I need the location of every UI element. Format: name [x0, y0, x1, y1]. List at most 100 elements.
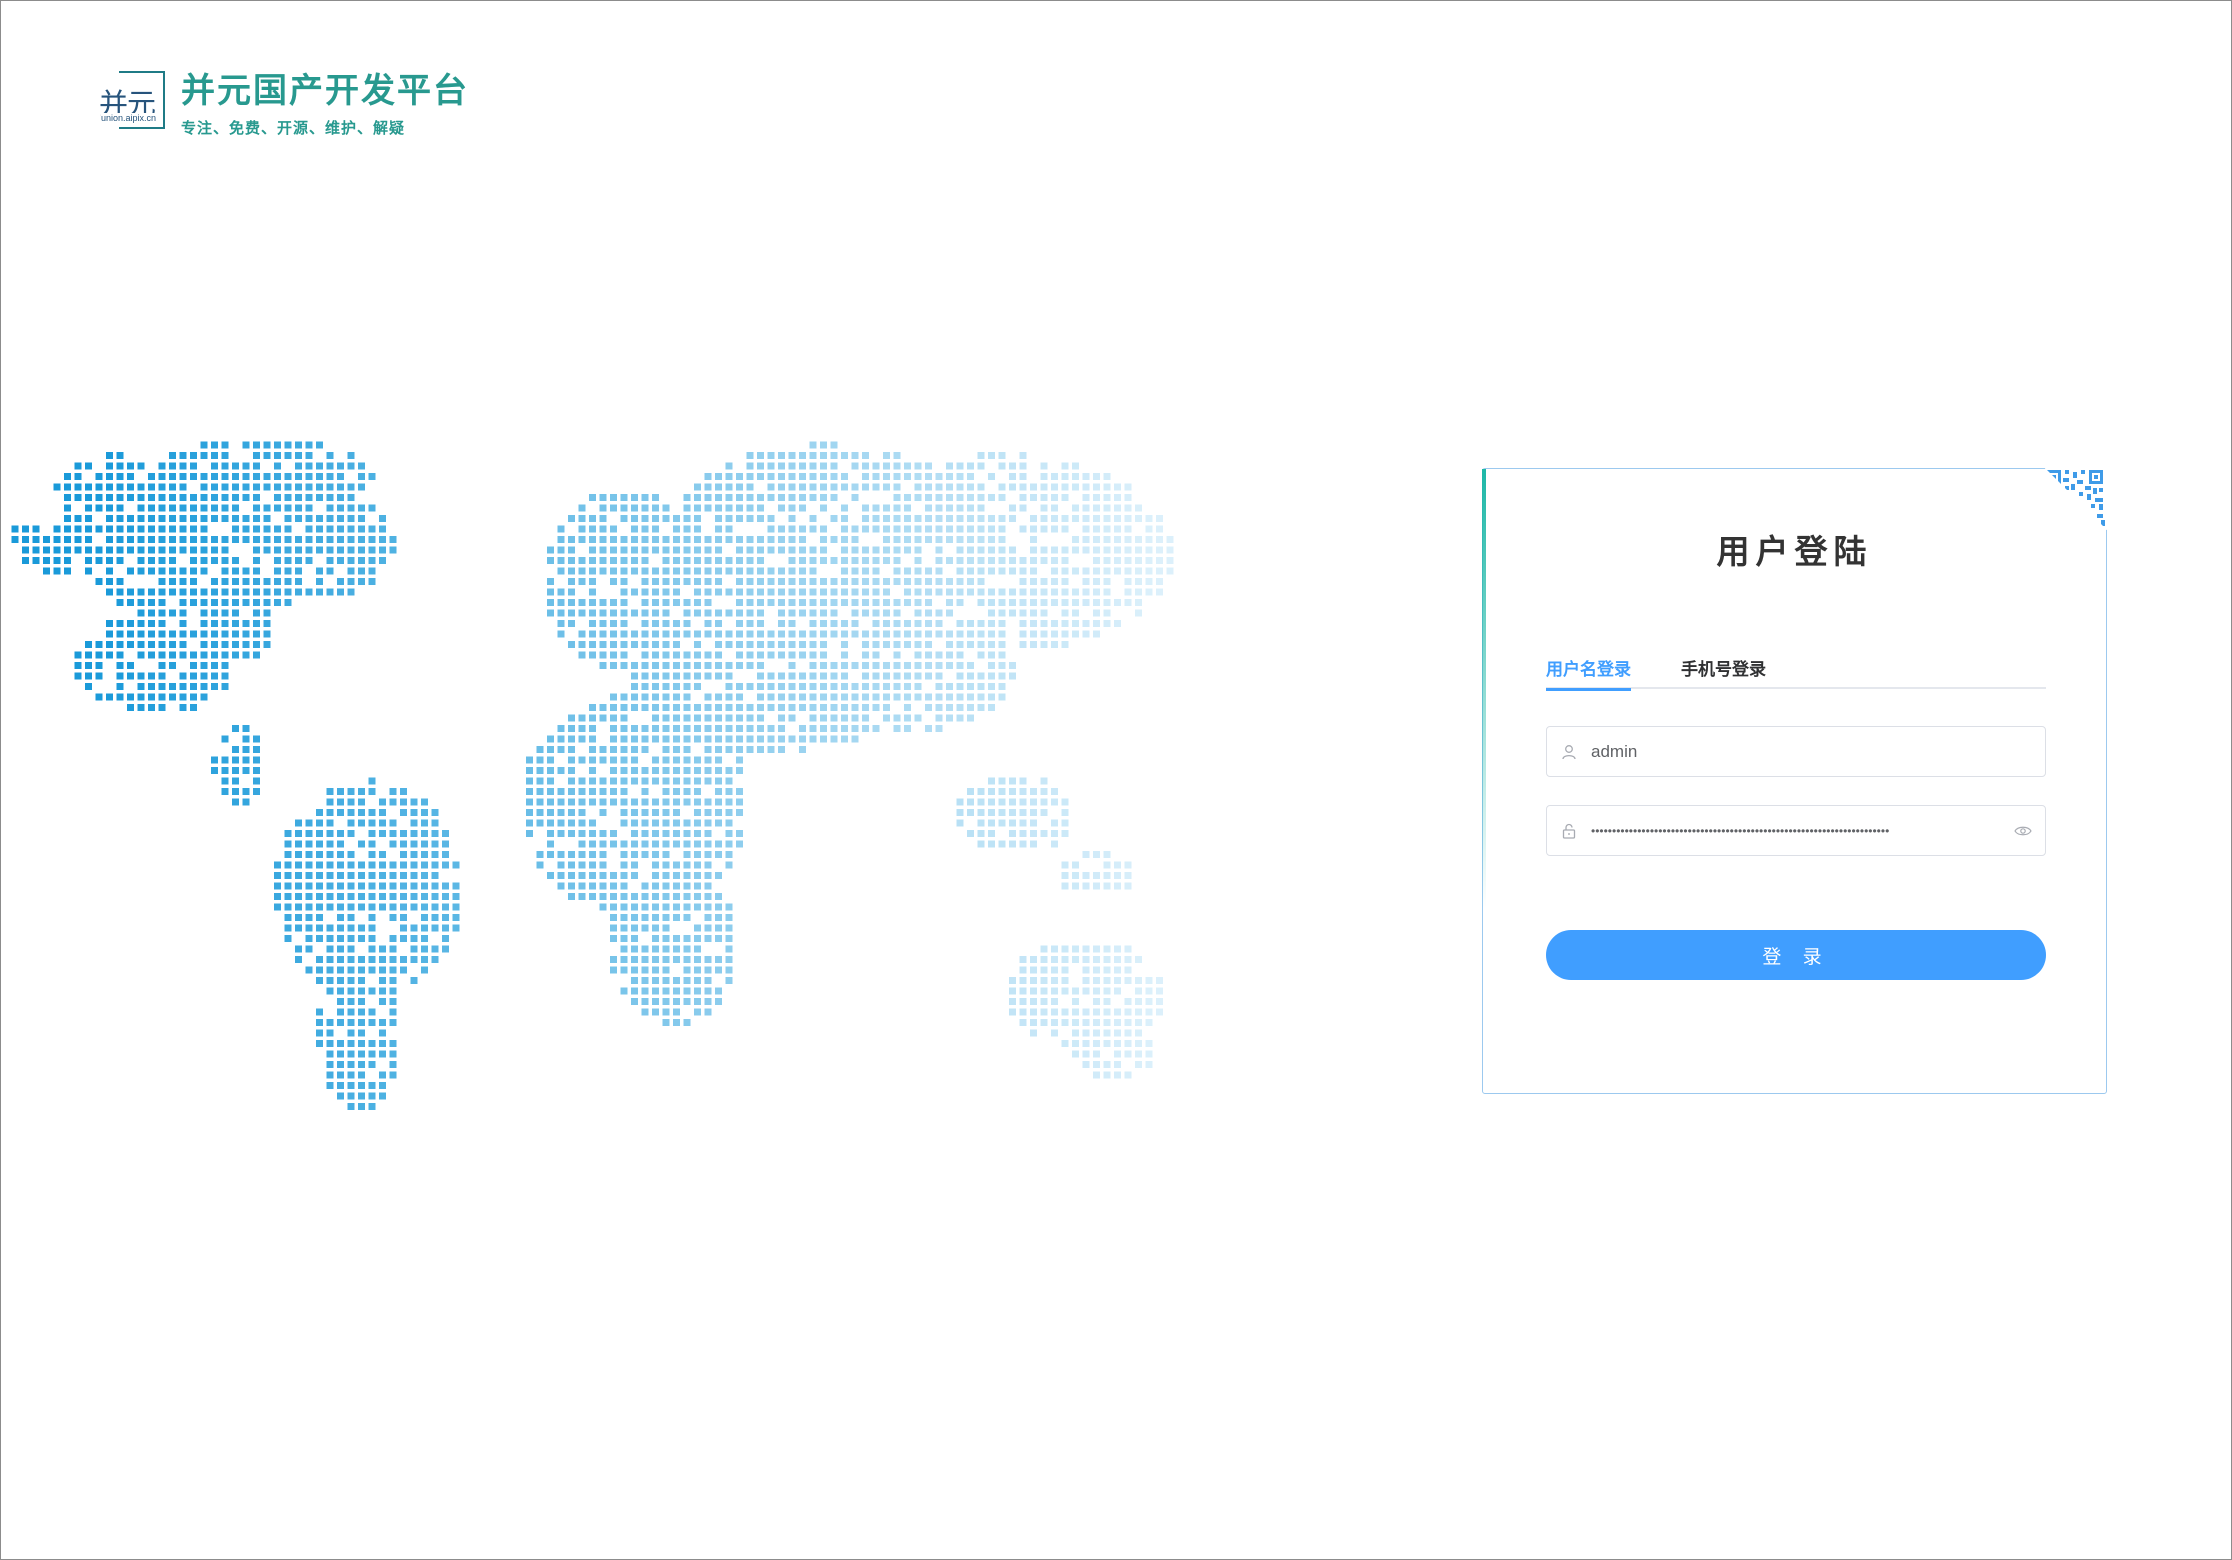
map-dot [1103, 966, 1111, 974]
map-dot [662, 651, 670, 659]
map-dot [190, 693, 197, 701]
username-input[interactable] [1591, 727, 2045, 776]
map-dot [1124, 536, 1132, 543]
map-dot [221, 567, 229, 575]
map-dot [841, 473, 848, 480]
map-dot [694, 609, 701, 617]
map-dot [893, 473, 901, 480]
map-dot [935, 714, 943, 722]
map-dot [809, 483, 817, 491]
map-dot [715, 819, 722, 827]
map-dot [1093, 1019, 1100, 1026]
map-dot [893, 483, 901, 491]
map-dot [127, 494, 134, 501]
map-dot [452, 903, 460, 911]
map-dot [1019, 630, 1027, 638]
map-dot [74, 473, 82, 480]
map-dot [830, 494, 838, 501]
map-dot [725, 819, 733, 827]
map-dot [148, 525, 155, 533]
map-dot [851, 735, 859, 743]
map-dot [242, 788, 250, 795]
map-dot [662, 830, 670, 837]
map-dot [148, 567, 155, 575]
map-dot [715, 987, 722, 995]
map-dot [599, 861, 607, 869]
map-dot [610, 767, 617, 774]
qr-code-icon[interactable] [2045, 468, 2107, 530]
map-dot [683, 851, 691, 858]
map-dot [536, 809, 544, 816]
tab-username-login[interactable]: 用户名登录 [1546, 645, 1631, 691]
map-dot [673, 903, 680, 911]
map-dot [725, 462, 733, 470]
map-dot [872, 683, 880, 690]
map-dot [725, 798, 733, 806]
map-dot [641, 882, 649, 890]
map-dot [662, 683, 670, 690]
map-dot [851, 494, 859, 501]
map-dot [337, 903, 344, 911]
map-dot [1166, 557, 1174, 564]
username-field[interactable] [1546, 726, 2046, 777]
password-input[interactable] [1591, 806, 2001, 855]
login-button[interactable]: 登 录 [1546, 930, 2046, 980]
map-dot [631, 861, 638, 869]
map-dot [673, 567, 680, 575]
map-dot [1040, 1019, 1048, 1026]
tab-phone-login[interactable]: 手机号登录 [1681, 645, 1766, 689]
map-dot [904, 641, 911, 648]
map-dot [410, 809, 418, 816]
map-dot [368, 567, 376, 575]
map-dot [694, 641, 701, 648]
map-dot [106, 494, 113, 501]
map-dot [820, 651, 827, 659]
brand-logo: 并元 union.aipix.cn 并元国产开发平台 专注、免费、开源、维护、解… [99, 69, 469, 138]
map-dot [862, 504, 869, 512]
map-dot [1051, 830, 1058, 837]
map-dot [620, 725, 628, 732]
map-dot [179, 683, 187, 690]
map-dot [158, 504, 166, 512]
map-dot [610, 704, 617, 711]
map-dot [578, 830, 586, 837]
map-dot [116, 515, 124, 522]
map-dot [1156, 1008, 1163, 1016]
map-dot [127, 693, 134, 701]
map-dot [148, 630, 155, 638]
map-dot [610, 725, 617, 732]
map-dot [326, 1082, 334, 1089]
map-dot [274, 483, 281, 491]
password-field[interactable] [1546, 805, 2046, 856]
map-dot [610, 599, 617, 606]
eye-icon[interactable] [2001, 825, 2045, 837]
map-dot [578, 651, 586, 659]
map-dot [1145, 515, 1153, 522]
map-dot [893, 504, 901, 512]
map-dot [631, 914, 638, 921]
map-dot [610, 546, 617, 554]
map-dot [568, 725, 575, 732]
map-dot [337, 893, 344, 900]
map-dot [641, 494, 649, 501]
map-dot [211, 515, 218, 522]
map-dot [284, 504, 292, 512]
map-dot [389, 546, 397, 554]
map-dot [1061, 861, 1069, 869]
map-dot [1019, 966, 1027, 974]
map-dot [862, 515, 869, 522]
map-dot [295, 515, 302, 522]
map-dot [295, 893, 302, 900]
map-dot [778, 473, 785, 480]
map-dot [641, 945, 649, 953]
map-dot [883, 672, 890, 680]
map-dot [883, 588, 890, 596]
map-dot [116, 525, 124, 533]
map-dot [1051, 588, 1058, 596]
map-dot [767, 578, 775, 585]
map-dot [704, 620, 712, 627]
map-dot [1030, 599, 1037, 606]
map-dot [1124, 1019, 1132, 1026]
map-dot [662, 987, 670, 995]
map-dot [683, 935, 691, 942]
